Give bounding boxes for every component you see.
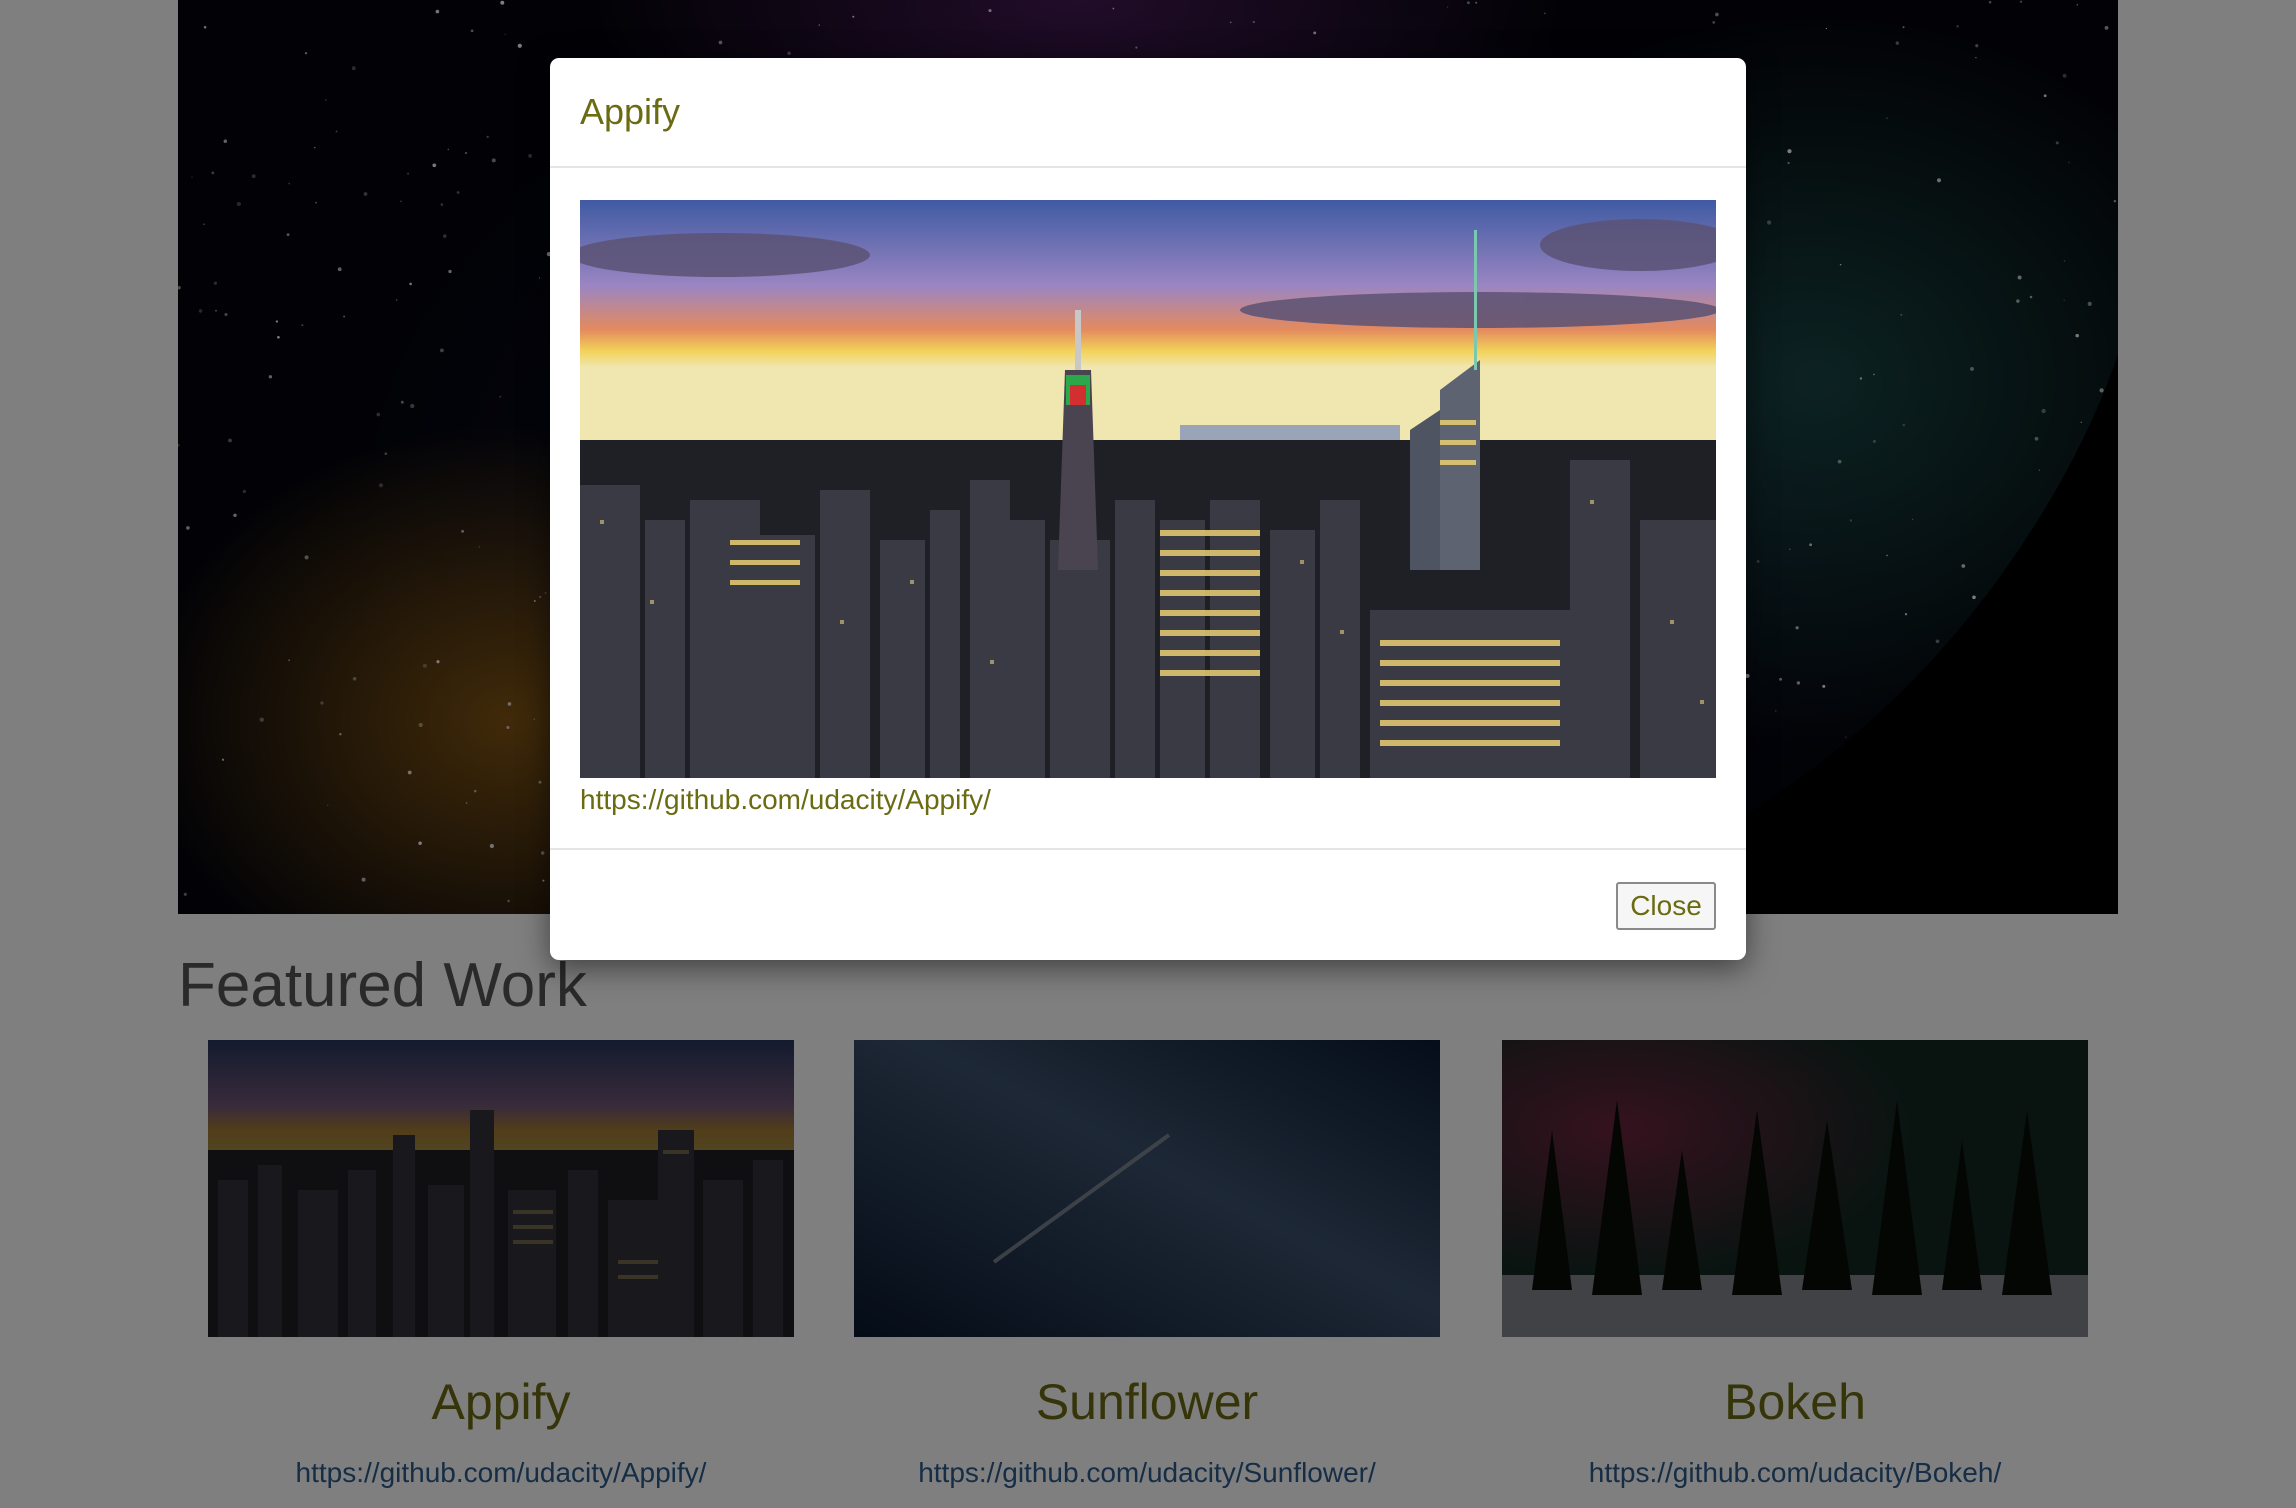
modal-title: Appify bbox=[580, 91, 681, 132]
modal-header: Appify bbox=[550, 58, 1746, 168]
project-modal: Appify https://github.com/udacity/Appify… bbox=[550, 58, 1746, 960]
modal-body: https://github.com/udacity/Appify/ bbox=[580, 200, 1716, 816]
close-button[interactable]: Close bbox=[1616, 882, 1716, 930]
modal-footer: Close bbox=[550, 848, 1746, 960]
city-skyline-image bbox=[580, 200, 1716, 778]
modal-project-link[interactable]: https://github.com/udacity/Appify/ bbox=[580, 784, 1716, 816]
